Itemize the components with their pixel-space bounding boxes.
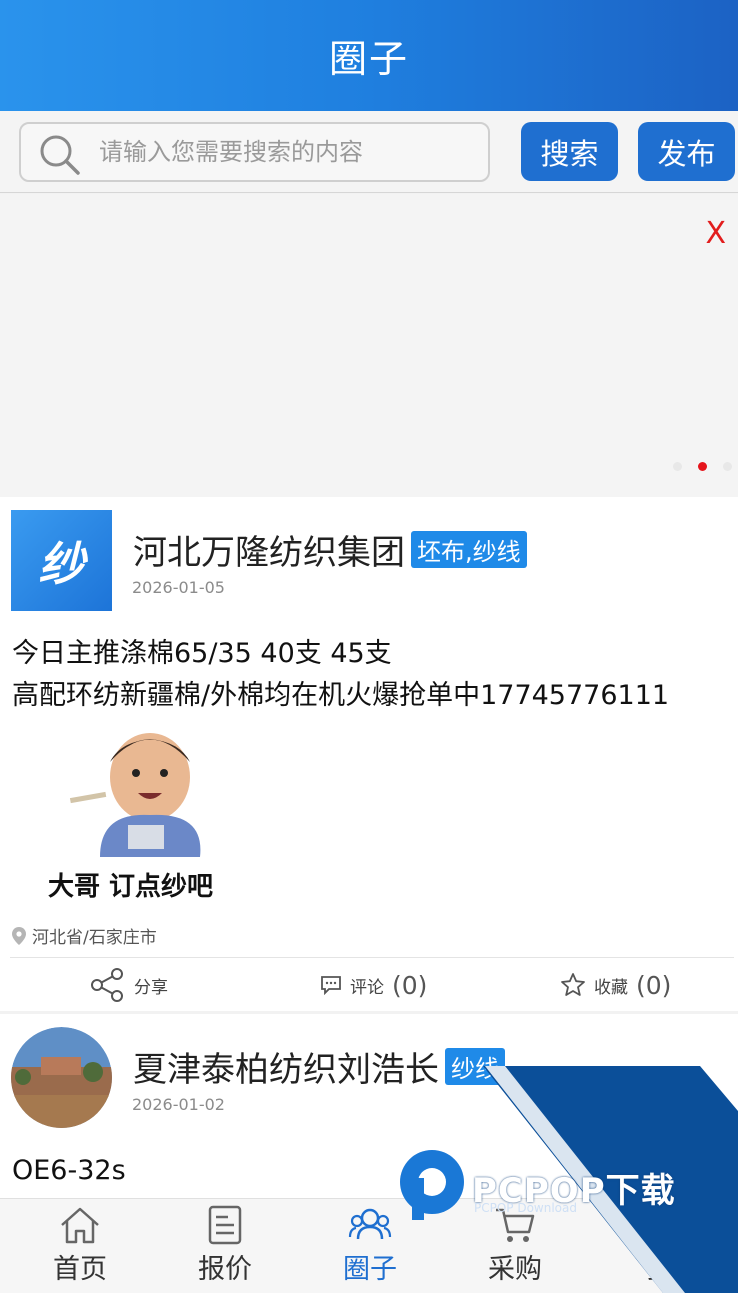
home-icon: [61, 1207, 99, 1244]
publish-button[interactable]: 发布: [638, 122, 735, 181]
favorite-count: (0): [636, 970, 672, 1000]
favorite-label: 收藏: [594, 977, 628, 998]
carousel-dot-active[interactable]: [698, 462, 707, 471]
banner-close-button[interactable]: X: [705, 216, 726, 251]
location-text: 河北省/石家庄市: [32, 928, 157, 948]
tab-find[interactable]: 找: [605, 1199, 715, 1293]
tab-label: 首页: [53, 1254, 107, 1285]
search-icon: [40, 135, 80, 175]
search-box[interactable]: [19, 122, 490, 182]
tab-quotes[interactable]: 报价: [170, 1199, 280, 1293]
post-location: 河北省/石家庄市: [12, 923, 157, 948]
category-tag: 纱线: [445, 1048, 505, 1085]
post-date: 2026-01-02: [132, 1095, 225, 1114]
share-label: 分享: [134, 977, 168, 998]
post-date: 2026-01-05: [132, 578, 225, 597]
tab-label: 圈子: [343, 1254, 397, 1285]
post-card[interactable]: 纱 河北万隆纺织集团 坯布,纱线 2026-01-05 今日主推涤棉65/35 …: [0, 497, 738, 1011]
favorite-button[interactable]: 收藏 (0): [560, 959, 671, 1011]
comment-label: 评论: [350, 977, 384, 998]
post-header: 夏津泰柏纺织刘浩长 纱线: [133, 1042, 505, 1091]
divider: [10, 957, 734, 958]
bottom-tab-bar: 首页 报价 圈子 采购 找: [0, 1198, 738, 1293]
tab-home[interactable]: 首页: [25, 1199, 135, 1293]
star-icon: [561, 973, 585, 996]
content-line: 高配环纺新疆棉/外棉均在机火爆抢单中17745776111: [12, 680, 670, 711]
share-button[interactable]: 分享: [90, 959, 168, 1011]
app-header: 圈子: [0, 0, 738, 111]
post-header: 河北万隆纺织集团 坯布,纱线: [133, 525, 527, 574]
author-name[interactable]: 夏津泰柏纺织刘浩长: [133, 1042, 439, 1091]
sticker-caption: 大哥 订点纱吧: [48, 871, 213, 902]
avatar[interactable]: [11, 1027, 112, 1128]
post-actions: 分享 评论 (0) 收藏 (0): [0, 959, 738, 1011]
category-tag: 坯布,纱线: [411, 531, 527, 568]
comment-button[interactable]: 评论 (0): [320, 959, 427, 1011]
share-icon: [91, 968, 123, 1002]
location-pin-icon: [12, 926, 26, 945]
post-content: 今日主推涤棉65/35 40支 45支 高配环纺新疆棉/外棉均在机火爆抢单中17…: [12, 633, 669, 717]
content-line: 今日主推涤棉65/35 40支 45支: [12, 638, 392, 669]
search-input[interactable]: [99, 132, 479, 172]
tab-label: 采购: [488, 1254, 542, 1285]
comment-count: (0): [392, 970, 428, 1000]
content-line: OE6-32s: [12, 1155, 126, 1186]
page-title: 圈子: [328, 37, 409, 81]
carousel-dot[interactable]: [723, 462, 732, 471]
document-icon: [208, 1205, 242, 1245]
carousel-indicator: [673, 462, 732, 471]
banner-carousel[interactable]: X: [0, 194, 738, 497]
watermark-subtext: PCPOP Download: [474, 1201, 577, 1215]
comment-icon: [321, 976, 341, 995]
author-name[interactable]: 河北万隆纺织集团: [133, 525, 405, 574]
avatar[interactable]: 纱: [11, 510, 112, 611]
tab-label: 找: [646, 1254, 674, 1285]
avatar-logo-text: 纱: [38, 536, 85, 591]
post-content: OE6-32s: [12, 1150, 126, 1192]
tab-circle[interactable]: 圈子: [315, 1199, 425, 1293]
sticker-image[interactable]: 大哥 订点纱吧: [40, 717, 240, 907]
carousel-dot[interactable]: [673, 462, 682, 471]
people-icon: [348, 1208, 392, 1240]
search-bar: 搜索 发布: [0, 111, 738, 193]
search-button[interactable]: 搜索: [521, 122, 618, 181]
tab-label: 报价: [198, 1254, 252, 1285]
